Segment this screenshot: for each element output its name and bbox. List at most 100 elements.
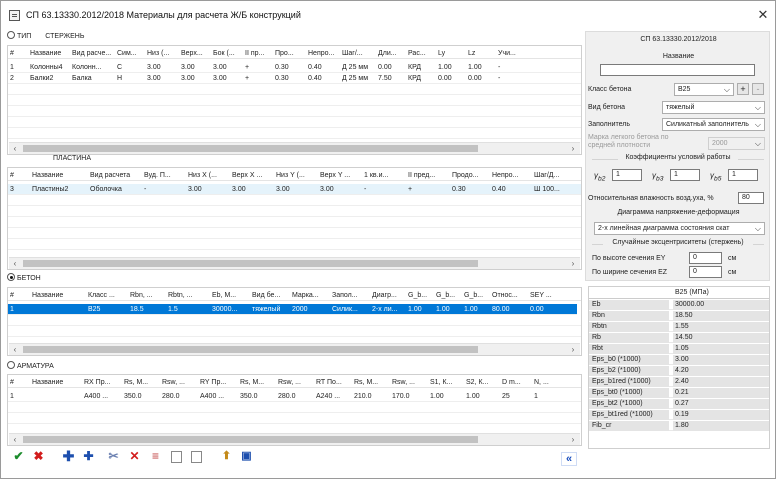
column-header[interactable]: Шаг/... [340,48,376,59]
column-header[interactable]: RT По... [314,377,352,388]
column-header[interactable]: Продо... [450,170,490,181]
horizontal-scrollbar[interactable]: ‹ › [9,257,580,269]
column-header[interactable]: Вуд. П... [142,170,186,181]
column-header[interactable]: Марка... [290,290,330,301]
concrete-type-select[interactable]: тяжелый ⌵ [662,101,765,114]
paste-icon[interactable] [191,451,202,463]
scroll-thumb[interactable] [23,346,478,353]
scroll-left-icon[interactable]: ‹ [9,258,21,269]
column-header[interactable]: D m... [500,377,532,388]
column-header[interactable]: Низ (... [145,48,179,59]
column-header[interactable]: Rsw, ... [276,377,314,388]
rebar-radio[interactable] [7,361,15,369]
ey-input[interactable]: 0 [689,252,722,264]
column-header[interactable]: Бок (... [211,48,243,59]
column-header[interactable]: # [8,290,30,301]
column-header[interactable]: RX Пр... [82,377,122,388]
column-header[interactable]: Сим... [115,48,145,59]
plates-table[interactable]: # Название Вид расчета Вуд. П... Низ X (... В… [7,167,582,270]
column-header[interactable]: Вид бе... [250,290,290,301]
add-icon[interactable]: ✚ [61,449,76,464]
column-header[interactable]: Относ... [490,290,528,301]
rebar-table[interactable]: # Название RX Пр... Rs, М... Rsw, ... RY Пр..… [7,374,582,446]
column-header[interactable]: Eb, М... [210,290,250,301]
scroll-thumb[interactable] [23,260,478,267]
column-header[interactable]: Название [30,377,82,388]
column-header[interactable]: Rsw, ... [160,377,198,388]
column-header[interactable]: Диагр... [370,290,406,301]
table-row[interactable]: 3 Пластины2 Оболочка - 3.00 3.00 3.00 3.00 - +0.3… [8,184,581,195]
column-header[interactable]: # [8,377,30,388]
column-header[interactable]: Название [30,290,86,301]
remove-class-button[interactable]: - [752,83,764,95]
column-header[interactable]: Непро... [306,48,340,59]
column-header[interactable]: Ly [436,48,466,59]
column-header[interactable]: Rs, М... [122,377,160,388]
column-header[interactable]: RY Пр... [198,377,238,388]
scroll-left-icon[interactable]: ‹ [9,434,21,445]
column-header[interactable]: Рас... [406,48,436,59]
column-header[interactable]: Про... [273,48,306,59]
column-header[interactable]: Вид расче... [70,48,115,59]
concrete-radio[interactable] [7,273,15,281]
column-header[interactable]: Низ X (... [186,170,230,181]
column-header[interactable]: S2, К... [464,377,500,388]
class-select[interactable]: B25 ⌵ [674,83,734,96]
name-input[interactable] [600,64,755,76]
column-header[interactable]: G_b... [434,290,462,301]
table-row[interactable]: 2 Балки2 Балка H 3.00 3.00 3.00 +0.30 0.40 Д 25 м… [8,73,581,84]
column-header[interactable]: Rsw, ... [390,377,428,388]
column-header[interactable]: II пр... [243,48,273,59]
table-row[interactable]: 1 A400 ... 350.0 280.0 A400 ... 350.0 280.0 A24… [8,391,581,402]
column-header[interactable]: Непро... [490,170,532,181]
column-header[interactable]: S1, К... [428,377,464,388]
scroll-left-icon[interactable]: ‹ [9,344,21,355]
scroll-right-icon[interactable]: › [567,258,579,269]
column-header[interactable]: Класс ... [86,290,128,301]
cut-icon[interactable]: ✂ [106,449,121,464]
gb2-input[interactable]: 1 [612,169,642,181]
add-copy-icon[interactable]: ✚ [81,449,96,464]
column-header[interactable]: Вид расчета [88,170,142,181]
delete-all-icon[interactable]: ≡ [148,449,163,464]
column-header[interactable]: Запол... [330,290,370,301]
column-header[interactable]: Верх... [179,48,211,59]
check-icon[interactable]: ✔ [11,449,26,464]
scroll-right-icon[interactable]: › [567,344,579,355]
column-header[interactable]: Шаг/Д... [532,170,577,181]
filler-select[interactable]: Силикатный заполнитель ⌵ [662,118,765,131]
column-header[interactable]: Lz [466,48,496,59]
delete-icon[interactable]: ✕ [127,449,142,464]
gb3-input[interactable]: 1 [670,169,700,181]
table-row[interactable]: 1 B25 18.5 1.5 30000... тяжелый 2000 Силик... 2-… [8,304,577,315]
column-header[interactable]: Название [28,48,70,59]
column-header[interactable]: 1 кв.и... [362,170,406,181]
column-header[interactable]: G_b... [462,290,490,301]
column-header[interactable]: # [8,48,28,59]
column-header[interactable]: SEY ... [528,290,556,301]
collapse-button[interactable]: « [561,452,577,466]
column-header[interactable]: Низ Y (... [274,170,318,181]
type-radio[interactable] [7,31,15,39]
humidity-input[interactable]: 80 [738,192,764,204]
light-concrete-select[interactable]: 2000 ⌵ [708,137,765,150]
rods-table[interactable]: # Название Вид расче... Сим... Низ (... Верх.… [7,45,582,155]
column-header[interactable]: Верх Y ... [318,170,362,181]
concrete-table[interactable]: # Название Класс ... Rbn, ... Rbtn, ... Eb, М… [7,287,582,356]
copy-icon[interactable] [171,451,182,463]
gb5-input[interactable]: 1 [728,169,758,181]
save-icon[interactable]: ▣ [239,449,254,464]
close-icon[interactable]: ✕ [755,6,771,24]
import-icon[interactable]: ⬆ [219,449,234,464]
column-header[interactable]: N, ... [532,377,556,388]
horizontal-scrollbar[interactable]: ‹ › [9,433,580,445]
column-header[interactable]: Дли... [376,48,406,59]
column-header[interactable]: # [8,170,30,181]
column-header[interactable]: Название [30,170,88,181]
column-header[interactable]: Верх X ... [230,170,274,181]
column-header[interactable]: Rs, М... [352,377,390,388]
column-header[interactable]: Учи... [496,48,526,59]
column-header[interactable]: G_b... [406,290,434,301]
column-header[interactable]: Rs, М... [238,377,276,388]
column-header[interactable]: II пред... [406,170,450,181]
